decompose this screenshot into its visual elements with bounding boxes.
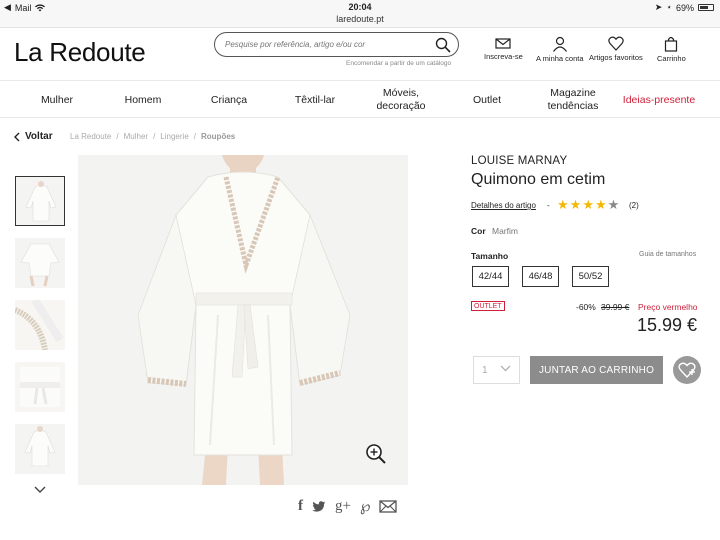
breadcrumb-current: Roupões — [201, 132, 236, 141]
account-button[interactable]: A minha conta — [536, 36, 584, 63]
register-button[interactable]: Inscreva-se — [484, 36, 523, 61]
chevron-left-icon — [14, 132, 20, 141]
pinterest-icon[interactable]: ℘ — [360, 497, 370, 516]
status-time: 20:04 — [348, 2, 372, 12]
thumbnail-1[interactable] — [15, 176, 65, 226]
back-link[interactable]: Voltar — [14, 131, 53, 142]
breadcrumb-separator: / — [116, 132, 119, 141]
color-label: Cor — [471, 226, 486, 236]
old-price: 39.99 € — [601, 302, 630, 312]
color-value: Marfim — [492, 226, 518, 236]
kimono-thumbnail-image — [25, 181, 57, 222]
star-filled-icon: ★ — [557, 197, 569, 212]
heart-plus-icon — [678, 362, 696, 378]
size-guide-link[interactable]: Guia de tamanhos — [639, 251, 696, 258]
back-label: Voltar — [25, 131, 53, 142]
kimono-thumbnail-image — [24, 426, 56, 467]
favorites-label: Artigos favoritos — [589, 53, 643, 62]
status-right: ➤ ⋆ 69% — [655, 2, 714, 13]
user-icon — [552, 36, 567, 52]
shopping-bag-icon — [665, 36, 678, 52]
share-bar: f g+ ℘ — [298, 497, 398, 516]
favorites-button[interactable]: Artigos favoritos — [589, 36, 643, 62]
breadcrumb-item[interactable]: Mulher — [124, 132, 148, 141]
envelope-icon — [495, 38, 511, 49]
review-count[interactable]: (2) — [629, 201, 639, 210]
facebook-icon[interactable]: f — [298, 498, 303, 515]
nav-item-crianca[interactable]: Criança — [194, 81, 264, 119]
bluetooth-icon: ⋆ — [666, 2, 672, 12]
breadcrumb: La Redoute / Mulher / Lingerie / Roupões — [70, 132, 235, 141]
catalog-link[interactable]: Encomendar a partir de um catálogo — [346, 60, 451, 67]
nav-item-mulher[interactable]: Mulher — [22, 81, 92, 119]
heart-icon — [608, 36, 624, 51]
location-icon: ➤ — [654, 2, 663, 12]
add-to-favorites-button[interactable] — [673, 356, 701, 384]
battery-percent: 69% — [675, 2, 694, 13]
red-price-label: Preço vermelho — [638, 302, 698, 312]
belt-detail-thumbnail-image — [15, 362, 65, 412]
google-plus-icon[interactable]: g+ — [335, 498, 351, 515]
nav-item-textil-lar[interactable]: Têxtil-lar — [280, 81, 350, 119]
product-main-image[interactable] — [78, 155, 408, 485]
breadcrumb-item[interactable]: La Redoute — [70, 132, 111, 141]
nav-item-homem[interactable]: Homem — [108, 81, 178, 119]
breadcrumb-separator: / — [193, 132, 196, 141]
site-logo[interactable]: La Redoute — [14, 37, 146, 68]
size-option-50-52[interactable]: 50/52 — [572, 266, 609, 287]
nav-item-ideias-presente[interactable]: Ideias-presente — [616, 81, 702, 119]
chevron-down-icon — [500, 365, 511, 372]
discount-percent: -60% — [576, 302, 596, 312]
thumbnail-5[interactable] — [15, 424, 65, 474]
url-bar[interactable]: laredoute.pt — [0, 14, 720, 28]
lace-detail-thumbnail-image — [15, 300, 65, 350]
chevron-down-icon[interactable] — [34, 486, 46, 494]
size-label: Tamanho — [471, 251, 509, 261]
zoom-icon[interactable] — [365, 443, 387, 465]
quantity-select[interactable]: 1 — [473, 356, 520, 384]
size-option-42-44[interactable]: 42/44 — [472, 266, 509, 287]
star-empty-icon: ★ — [607, 197, 620, 212]
status-bar: ◀ Mail 20:04 ➤ ⋆ 69% — [0, 0, 720, 14]
account-label: A minha conta — [536, 54, 584, 63]
search-box[interactable] — [214, 32, 459, 57]
rating-separator: - — [547, 201, 550, 210]
nav-item-magazine-tendencias[interactable]: Magazine tendências — [538, 81, 608, 119]
add-to-cart-button[interactable]: JUNTAR AO CARRINHO — [530, 356, 663, 384]
product-brand[interactable]: LOUISE MARNAY — [471, 155, 567, 167]
product-details-link[interactable]: Detalhes do artigo — [471, 201, 536, 210]
thumbnail-3[interactable] — [15, 300, 65, 350]
current-price: 15.99 € — [637, 315, 698, 335]
search-input[interactable] — [225, 36, 430, 53]
cart-label: Carrinho — [657, 54, 686, 63]
search-icon[interactable] — [435, 37, 451, 53]
email-share-icon[interactable] — [379, 500, 398, 513]
cart-button[interactable]: Carrinho — [657, 36, 686, 63]
main-nav: Mulher Homem Criança Têxtil-lar Móveis, … — [0, 80, 720, 118]
thumbnail-2[interactable] — [15, 238, 65, 288]
star-filled-icon: ★ — [569, 197, 582, 212]
thumbnail-4[interactable] — [15, 362, 65, 412]
outlet-badge: OUTLET — [471, 301, 505, 311]
nav-item-outlet[interactable]: Outlet — [452, 81, 522, 119]
register-label: Inscreva-se — [484, 52, 523, 61]
star-filled-icon: ★ — [582, 197, 594, 212]
breadcrumb-item[interactable]: Lingerie — [160, 132, 188, 141]
star-filled-icon: ★ — [594, 197, 607, 212]
size-option-46-48[interactable]: 46/48 — [522, 266, 559, 287]
battery-fill — [700, 6, 708, 9]
breadcrumb-separator: / — [153, 132, 156, 141]
site-header: La Redoute Encomendar a partir de um cat… — [0, 28, 720, 78]
battery-icon — [698, 4, 714, 11]
product-title: Quimono em cetim — [471, 171, 606, 188]
nav-item-moveis-decoracao[interactable]: Móveis, decoração — [366, 81, 436, 119]
twitter-icon[interactable] — [312, 500, 326, 513]
rating-stars[interactable]: ★ ★ ★ ★ ★ — [557, 198, 619, 211]
quantity-value: 1 — [482, 364, 488, 376]
kimono-photo — [78, 155, 408, 485]
kimono-thumbnail-image — [20, 243, 60, 287]
